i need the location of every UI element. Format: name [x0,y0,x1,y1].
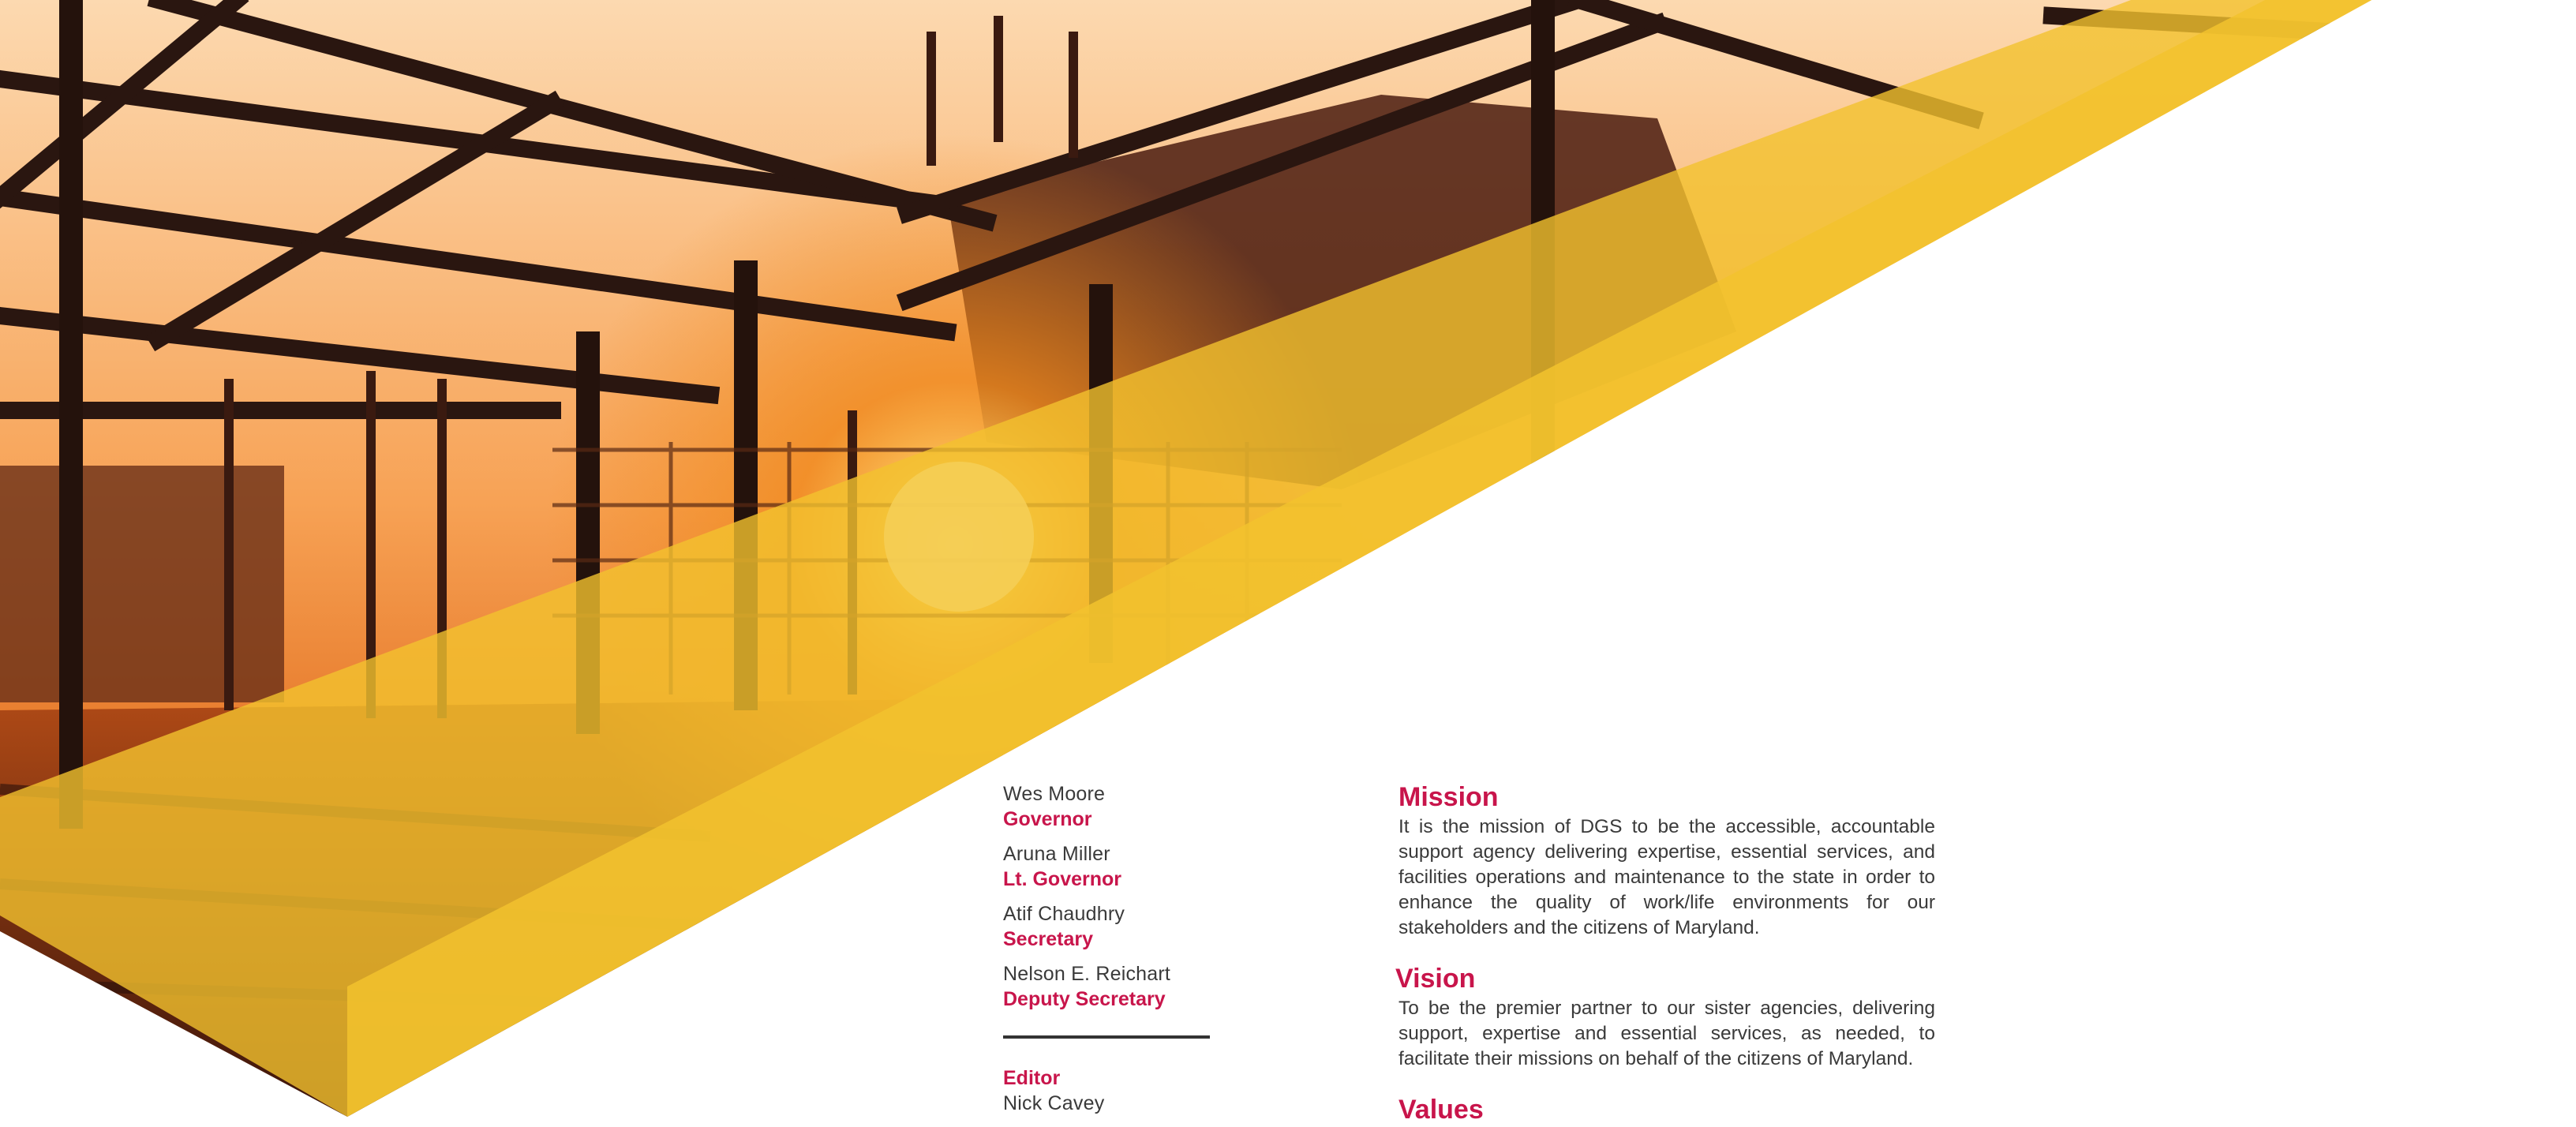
leader-name: Atif Chaudhry [1003,903,1125,925]
editor-credit: Editor Nick Cavey [1003,1065,1271,1116]
leader-title: Lt. Governor [1003,868,1122,890]
leader-lt-governor: Aruna Miller Lt. Governor [1003,841,1271,892]
leader-name: Wes Moore [1003,783,1106,805]
leader-name: Aruna Miller [1003,843,1110,865]
vision-text: To be the premier partner to our sister … [1398,998,1935,1069]
leader-title: Secretary [1003,928,1093,950]
mission-text: It is the mission of DGS to be the acces… [1398,816,1935,938]
divider-rule [1003,1035,1210,1039]
leader-name: Nelson E. Reichart [1003,963,1171,985]
editor-name: Nick Cavey [1003,1092,1105,1114]
leader-secretary: Atif Chaudhry Secretary [1003,901,1271,952]
leader-title: Deputy Secretary [1003,988,1166,1010]
mission-heading: Mission [1398,782,1499,812]
leadership-list: Wes Moore Governor Aruna Miller Lt. Gove… [1003,781,1271,1125]
hero-construction-photo [0,0,2372,1117]
leader-deputy-secretary: Nelson E. Reichart Deputy Secretary [1003,961,1271,1012]
mission-vision-section: Mission It is the mission of DGS to be t… [1395,780,1935,1127]
leader-governor: Wes Moore Governor [1003,781,1271,832]
values-heading: Values [1398,1095,1484,1125]
editor-label: Editor [1003,1067,1061,1089]
vision-heading: Vision [1395,964,1476,994]
leader-title: Governor [1003,808,1092,830]
